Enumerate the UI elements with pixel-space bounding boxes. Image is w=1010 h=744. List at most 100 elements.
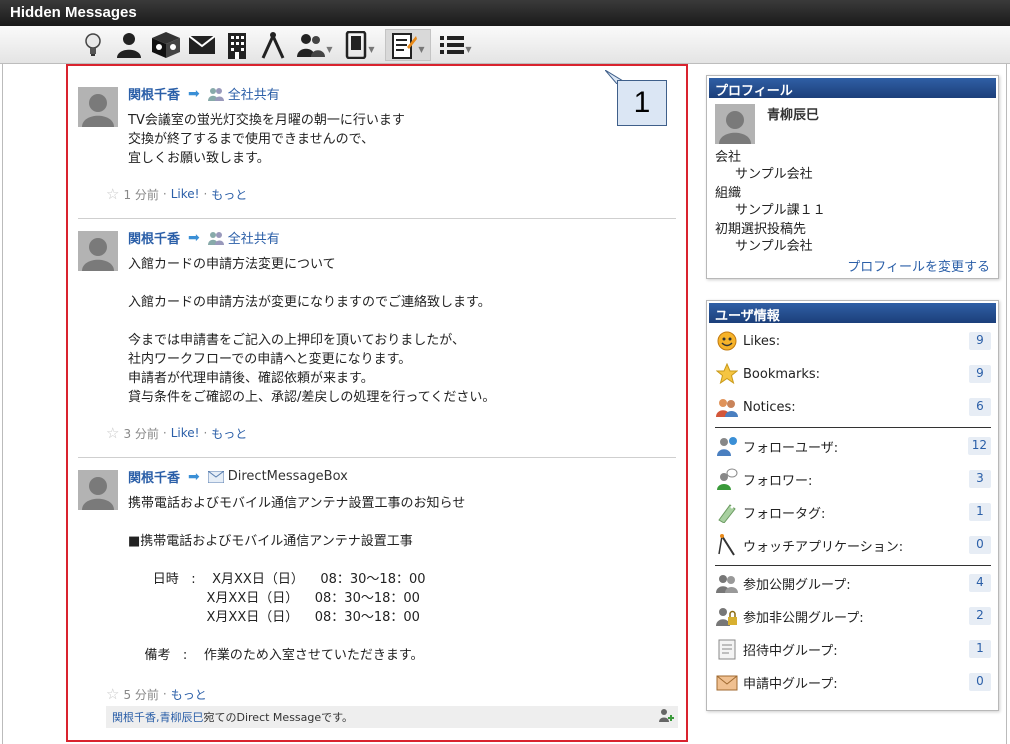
- profile-name: 青柳辰巳: [767, 108, 820, 123]
- count-badge: 1: [969, 640, 991, 658]
- building-icon[interactable]: [224, 29, 250, 61]
- chevron-down-icon: ▼: [368, 44, 375, 54]
- post-time: 1 分前: [123, 187, 159, 202]
- arrow-right-icon: ➡: [188, 229, 200, 246]
- direct-message-note: 関根千香,青柳辰巳宛てのDirect Messageです。: [106, 706, 678, 728]
- follow-tags-row[interactable]: フォロータグ: 1: [715, 500, 991, 524]
- more-link[interactable]: もっと: [211, 425, 247, 442]
- post-author[interactable]: 関根千香: [128, 228, 180, 247]
- more-link[interactable]: もっと: [171, 686, 207, 703]
- invited-groups-row[interactable]: 招待中グループ: 1: [715, 637, 991, 661]
- list-icon[interactable]: ▼: [436, 29, 476, 61]
- lightbulb-icon[interactable]: [80, 29, 106, 61]
- avatar[interactable]: [78, 87, 118, 127]
- post-author[interactable]: 関根千香: [128, 84, 180, 103]
- post-meta: ☆ 3 分前 · Like! · もっと: [106, 424, 248, 442]
- count-badge: 3: [969, 470, 991, 488]
- timeline-post: 関根千香 ➡ 全社共有 入館カードの申請方法変更について 入館カードの申請方法が…: [78, 228, 678, 458]
- post-header: 関根千香 ➡ 全社共有: [128, 228, 280, 248]
- private-groups-row[interactable]: 参加非公開グループ: 2: [715, 604, 991, 628]
- profile-panel: プロフィール 青柳辰巳 会社 サンプル会社 組織 サンプル課１１ 初期選択投稿先…: [706, 75, 999, 279]
- count-badge: 1: [969, 503, 991, 521]
- star-icon[interactable]: ☆: [106, 685, 119, 703]
- count-badge: 9: [969, 332, 991, 350]
- count-badge: 0: [969, 536, 991, 554]
- chevron-down-icon: ▼: [465, 44, 472, 54]
- post-header: 関根千香 ➡ 全社共有: [128, 84, 280, 104]
- user-info-header: ユーザ情報: [709, 303, 996, 324]
- timeline-feed: 関根千香 ➡ 全社共有 TV会議室の蛍光灯交換を月曜の朝一に行います 交換が終了…: [66, 64, 688, 742]
- star-icon[interactable]: ☆: [106, 185, 119, 203]
- followers-row[interactable]: フォロワー: 3: [715, 467, 991, 491]
- count-badge: 0: [969, 673, 991, 691]
- company-value: サンプル会社: [735, 167, 813, 182]
- like-link[interactable]: Like!: [171, 187, 200, 201]
- post-header: 関根千香 ➡ DirectMessageBox: [128, 467, 348, 487]
- public-groups-row[interactable]: 参加公開グループ: 4: [715, 571, 991, 595]
- group-icon: [207, 87, 224, 101]
- mail-icon: [207, 470, 224, 483]
- timeline-post: 関根千香 ➡ 全社共有 TV会議室の蛍光灯交換を月曜の朝一に行います 交換が終了…: [78, 84, 678, 220]
- compass-icon[interactable]: [258, 29, 288, 61]
- timeline-post: 関根千香 ➡ DirectMessageBox 携帯電話およびモバイル通信アンテ…: [78, 467, 678, 737]
- arrow-right-icon: ➡: [188, 85, 200, 102]
- star-icon: [715, 362, 739, 386]
- divider: [78, 218, 676, 219]
- group-icon: [715, 571, 739, 595]
- post-time: 3 分前: [123, 426, 159, 441]
- count-badge: 2: [969, 607, 991, 625]
- chevron-down-icon: ▼: [326, 44, 333, 54]
- star-icon[interactable]: ☆: [106, 424, 119, 442]
- more-link[interactable]: もっと: [211, 186, 247, 203]
- post-body: 携帯電話およびモバイル通信アンテナ設置工事のお知らせ ■携帯電話およびモバイル通…: [128, 496, 466, 663]
- mobile-device-icon[interactable]: ▼: [340, 29, 380, 61]
- locked-group-icon: [715, 604, 739, 628]
- count-badge: 9: [969, 365, 991, 383]
- group-icon[interactable]: ▼: [296, 29, 334, 61]
- avatar[interactable]: [715, 104, 755, 144]
- edit-profile-link[interactable]: プロフィールを変更する: [847, 256, 990, 275]
- likes-row[interactable]: Likes: 9: [715, 329, 991, 353]
- post-message-icon[interactable]: ▼: [385, 29, 431, 61]
- post-author[interactable]: 関根千香: [128, 467, 180, 486]
- watch-apps-row[interactable]: ウォッチアプリケーション: 0: [715, 533, 991, 557]
- compass-icon: [715, 533, 739, 557]
- avatar[interactable]: [78, 231, 118, 271]
- profile-header: プロフィール: [709, 78, 996, 99]
- mail-icon[interactable]: [188, 29, 216, 61]
- count-badge: 12: [967, 437, 991, 455]
- like-link[interactable]: Like!: [171, 426, 200, 440]
- post-target[interactable]: DirectMessageBox: [207, 469, 348, 484]
- user-icon[interactable]: [114, 29, 144, 61]
- callout-badge: 1: [617, 80, 667, 126]
- document-icon: [715, 637, 739, 661]
- left-border: [2, 64, 3, 744]
- envelope-icon: [715, 670, 739, 694]
- post-body: 入館カードの申請方法変更について 入館カードの申請方法が変更になりますのでご連絡…: [128, 257, 496, 405]
- post-target[interactable]: 全社共有: [207, 228, 280, 247]
- count-badge: 6: [969, 398, 991, 416]
- dm-suffix: 宛てのDirect Messageです。: [203, 711, 354, 724]
- dm-recipients[interactable]: 関根千香,青柳辰巳: [112, 711, 204, 724]
- requested-groups-row[interactable]: 申請中グループ: 0: [715, 670, 991, 694]
- right-border: [1006, 64, 1007, 744]
- group-icon: [207, 231, 224, 245]
- smiley-icon: [715, 329, 739, 353]
- follower-icon: [715, 467, 739, 491]
- avatar[interactable]: [78, 470, 118, 510]
- count-badge: 4: [969, 574, 991, 592]
- bookmarks-row[interactable]: Bookmarks: 9: [715, 362, 991, 386]
- post-body: TV会議室の蛍光灯交換を月曜の朝一に行います 交換が終了するまで使用できませんの…: [128, 113, 405, 166]
- post-meta: ☆ 5 分前 · もっと: [106, 685, 207, 703]
- people-icon: [715, 395, 739, 419]
- divider: [715, 565, 991, 566]
- post-meta: ☆ 1 分前 · Like! · もっと: [106, 185, 248, 203]
- post-target[interactable]: 全社共有: [207, 84, 280, 103]
- app-cube-icon[interactable]: [150, 29, 182, 61]
- notices-row[interactable]: Notices: 6: [715, 395, 991, 419]
- follow-users-row[interactable]: フォローユーザ: 12: [715, 434, 991, 458]
- post-time: 5 分前: [123, 687, 159, 702]
- default-post-value: サンプル会社: [735, 239, 813, 254]
- follow-user-icon: [715, 434, 739, 458]
- add-user-icon[interactable]: [658, 708, 674, 727]
